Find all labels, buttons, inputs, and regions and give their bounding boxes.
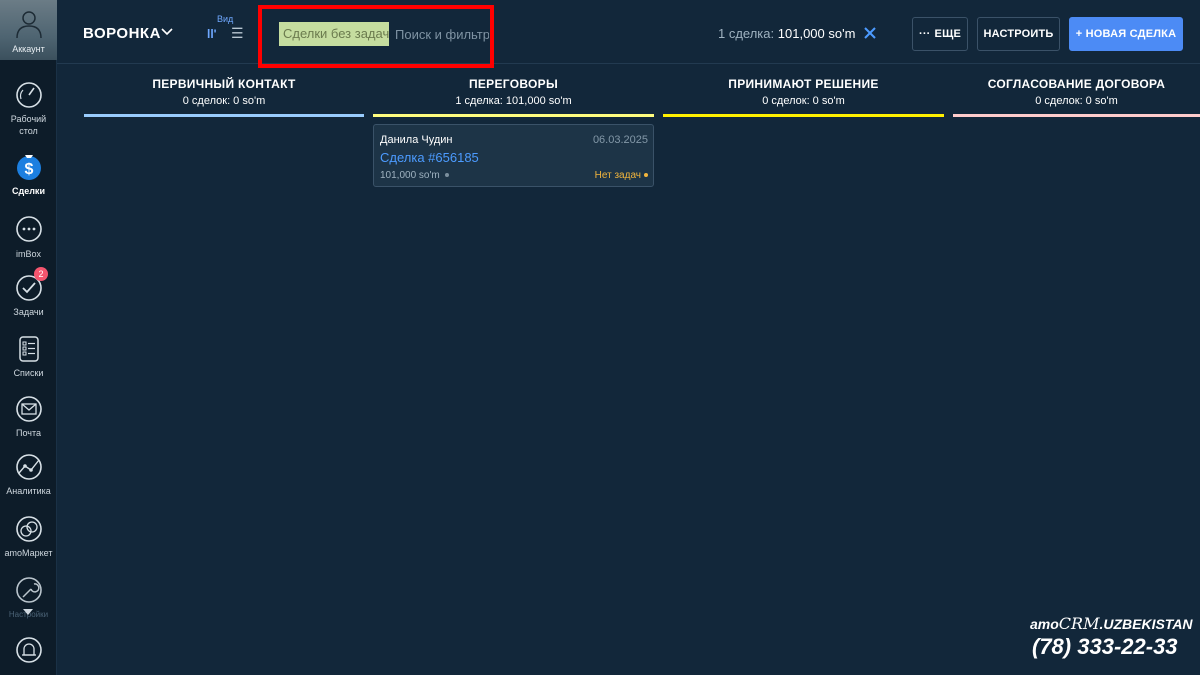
sidebar-item-label: Задачи — [13, 307, 44, 317]
more-button[interactable]: ··· ЕЩЕ — [912, 17, 968, 51]
kanban-view-icon[interactable]: ll' — [207, 27, 217, 41]
view-label: Вид — [217, 14, 234, 24]
chevron-down-icon[interactable] — [161, 28, 173, 36]
pipeline-column-header: ПЕРЕГОВОРЫ 1 сделка: 101,000 so'm — [373, 77, 654, 107]
sidebar-item-label: Рабочий стол — [10, 114, 47, 136]
user-avatar-icon — [16, 11, 42, 38]
filter-chip-no-tasks[interactable]: Сделки без задач — [279, 22, 389, 46]
column-color-bar — [953, 114, 1200, 117]
list-view-icon[interactable]: ☰ — [231, 25, 244, 42]
column-color-bar — [84, 114, 364, 117]
sidebar-item-mail[interactable]: Почта — [0, 394, 57, 439]
summary-amount: 101,000 so'm — [777, 26, 856, 41]
pipeline-column-header: ПЕРВИЧНЫЙ КОНТАКТ 0 сделок: 0 so'm — [84, 77, 364, 107]
sidebar: Аккаунт Рабочий стол $ Сделки imBox 2 За… — [0, 0, 57, 675]
column-name: ПЕРЕГОВОРЫ — [468, 77, 559, 91]
pipeline-column-header: СОГЛАСОВАНИЕ ДОГОВОРА 0 сделок: 0 so'm — [953, 77, 1200, 107]
task-dot-icon — [644, 173, 648, 178]
column-name: ПЕРВИЧНЫЙ КОНТАКТ — [152, 77, 296, 91]
sidebar-item-analytics[interactable]: Аналитика — [0, 452, 57, 497]
deal-price: 101,000 so'm — [380, 170, 449, 181]
sidebar-item-tasks[interactable]: 2 Задачи — [0, 267, 57, 318]
sidebar-scroll-down-icon[interactable] — [23, 609, 33, 615]
sidebar-item-market[interactable]: amoМаркет — [0, 514, 57, 559]
brand-watermark: amoCRM.UZBEKISTAN — [1030, 614, 1193, 633]
sidebar-item-label: Почта — [16, 428, 41, 438]
account-label: Аккаунт — [12, 44, 45, 54]
brand-prefix: amo — [1030, 616, 1059, 632]
speedometer-icon — [15, 82, 42, 108]
wrench-icon — [15, 577, 42, 603]
deals-summary: 1 сделка: 101,000 so'm — [718, 26, 855, 41]
sidebar-item-notifications[interactable] — [0, 635, 57, 668]
column-summary: 1 сделка: 101,000 so'm — [455, 95, 572, 107]
sidebar-item-deals[interactable]: $ Сделки — [0, 152, 57, 197]
new-deal-button[interactable]: + НОВАЯ СДЕЛКА — [1069, 17, 1183, 51]
deal-card[interactable]: Данила Чудин 06.03.2025 Сделка #656185 1… — [373, 124, 654, 187]
deal-task-label: Нет задач — [594, 170, 641, 181]
deal-contact-name[interactable]: Данила Чудин — [380, 134, 452, 146]
market-icon — [15, 516, 42, 542]
deals-icon: $ — [16, 155, 41, 180]
sidebar-item-imbox[interactable]: imBox — [0, 215, 57, 260]
bell-icon — [15, 637, 42, 663]
deal-price-value: 101,000 so'm — [380, 170, 440, 181]
column-color-bar — [373, 114, 654, 117]
list-icon — [18, 336, 39, 362]
deal-link[interactable]: Сделка #656185 — [380, 150, 479, 165]
account-button[interactable]: Аккаунт — [0, 0, 57, 60]
new-deal-button-label: + НОВАЯ СДЕЛКА — [1075, 28, 1177, 40]
configure-button[interactable]: НАСТРОИТЬ — [977, 17, 1060, 51]
ellipsis-icon: ··· — [918, 28, 931, 40]
column-summary: 0 сделок: 0 so'm — [182, 95, 266, 107]
clear-filter-icon[interactable] — [863, 26, 877, 40]
configure-button-label: НАСТРОИТЬ — [983, 28, 1054, 40]
sidebar-item-label: Сделки — [12, 186, 45, 196]
analytics-icon — [15, 454, 42, 480]
column-summary: 0 сделок: 0 so'm — [1035, 95, 1118, 107]
summary-count: 1 сделка: — [718, 26, 775, 41]
deal-task-status[interactable]: Нет задач — [595, 170, 648, 181]
sidebar-item-dashboard[interactable]: Рабочий стол — [0, 80, 57, 137]
brand-suffix: .UZBEKISTAN — [1099, 616, 1193, 632]
column-color-bar — [663, 114, 944, 117]
sidebar-item-label: Аналитика — [6, 486, 51, 496]
column-name: СОГЛАСОВАНИЕ ДОГОВОРА — [987, 77, 1166, 91]
sidebar-item-lists[interactable]: Списки — [0, 334, 57, 379]
sidebar-item-label: imBox — [15, 249, 41, 259]
tasks-count-badge: 2 — [34, 267, 48, 281]
column-summary: 0 сделок: 0 so'm — [762, 95, 845, 107]
more-button-label: ЕЩЕ — [934, 28, 962, 40]
top-bar: ВОРОНКА Вид ll' ☰ Сделки без задач 1 сде… — [57, 0, 1200, 68]
pipeline-column-header: ПРИНИМАЮТ РЕШЕНИЕ 0 сделок: 0 so'm — [663, 77, 944, 107]
svg-text:$: $ — [24, 161, 33, 178]
sidebar-item-label: amoМаркет — [4, 548, 53, 558]
pipeline-title[interactable]: ВОРОНКА — [83, 25, 161, 42]
chat-icon — [15, 216, 42, 242]
column-name: ПРИНИМАЮТ РЕШЕНИЕ — [728, 77, 879, 91]
deal-date: 06.03.2025 — [592, 134, 648, 146]
mail-icon — [15, 396, 42, 422]
brand-crm: CRM — [1058, 614, 1100, 633]
status-dot-icon — [444, 173, 449, 178]
search-input[interactable] — [389, 22, 489, 46]
sidebar-item-label: Списки — [13, 368, 44, 378]
brand-phone: (78) 333-22-33 — [1032, 634, 1178, 659]
